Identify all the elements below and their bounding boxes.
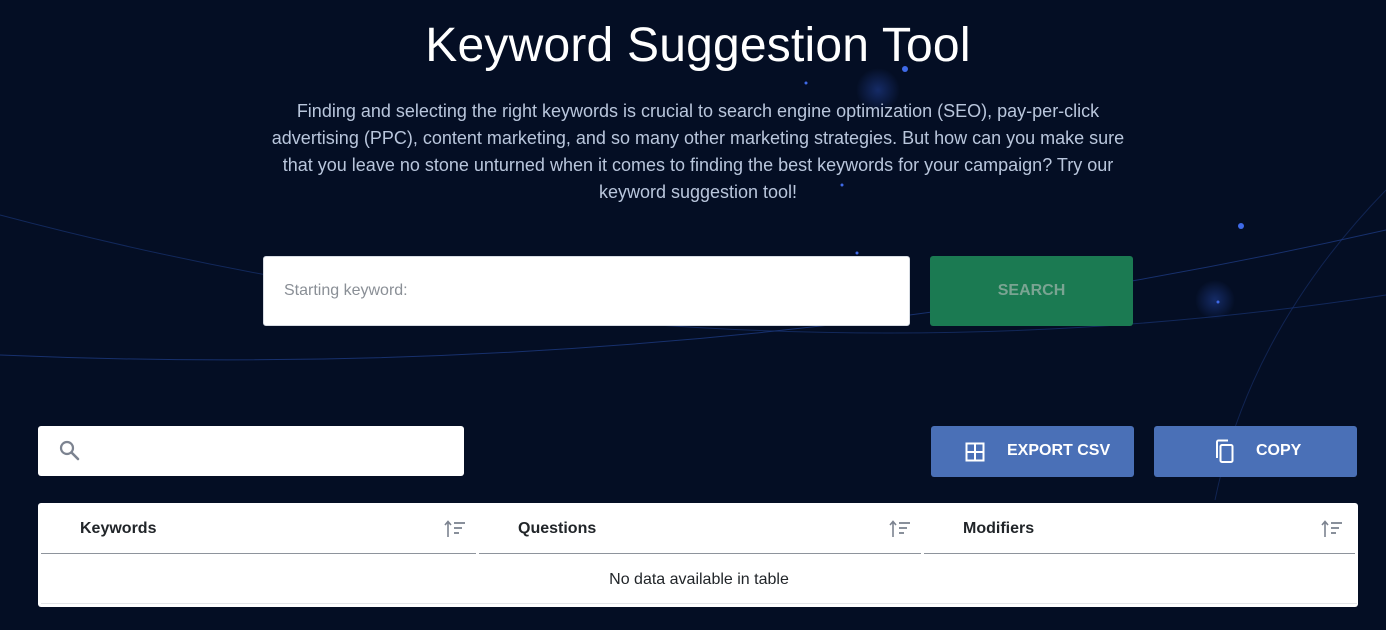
results-table: Keywords Questions Modifiers No data ava… — [38, 503, 1358, 607]
grid-icon — [965, 442, 985, 462]
copy-label: COPY — [1256, 442, 1302, 459]
copy-button[interactable]: COPY — [1154, 426, 1357, 477]
sort-icon[interactable] — [444, 520, 466, 538]
starting-keyword-input[interactable] — [263, 256, 910, 326]
column-header-keywords[interactable]: Keywords — [41, 503, 476, 554]
table-empty-message: No data available in table — [41, 558, 1357, 604]
column-header-questions[interactable]: Questions — [479, 503, 921, 554]
copy-icon — [1216, 439, 1234, 463]
column-header-modifiers[interactable]: Modifiers — [924, 503, 1355, 554]
search-icon — [59, 440, 80, 461]
sort-icon[interactable] — [889, 520, 911, 538]
export-csv-button[interactable]: EXPORT CSV — [931, 426, 1134, 477]
page-description: Finding and selecting the right keywords… — [271, 101, 1125, 202]
sort-icon[interactable] — [1321, 520, 1343, 538]
export-csv-label: EXPORT CSV — [1007, 442, 1111, 459]
table-filter[interactable] — [38, 426, 464, 476]
search-button[interactable]: SEARCH — [930, 256, 1133, 326]
page-title: Keyword Suggestion Tool — [425, 19, 971, 72]
table-filter-input[interactable] — [92, 434, 456, 470]
